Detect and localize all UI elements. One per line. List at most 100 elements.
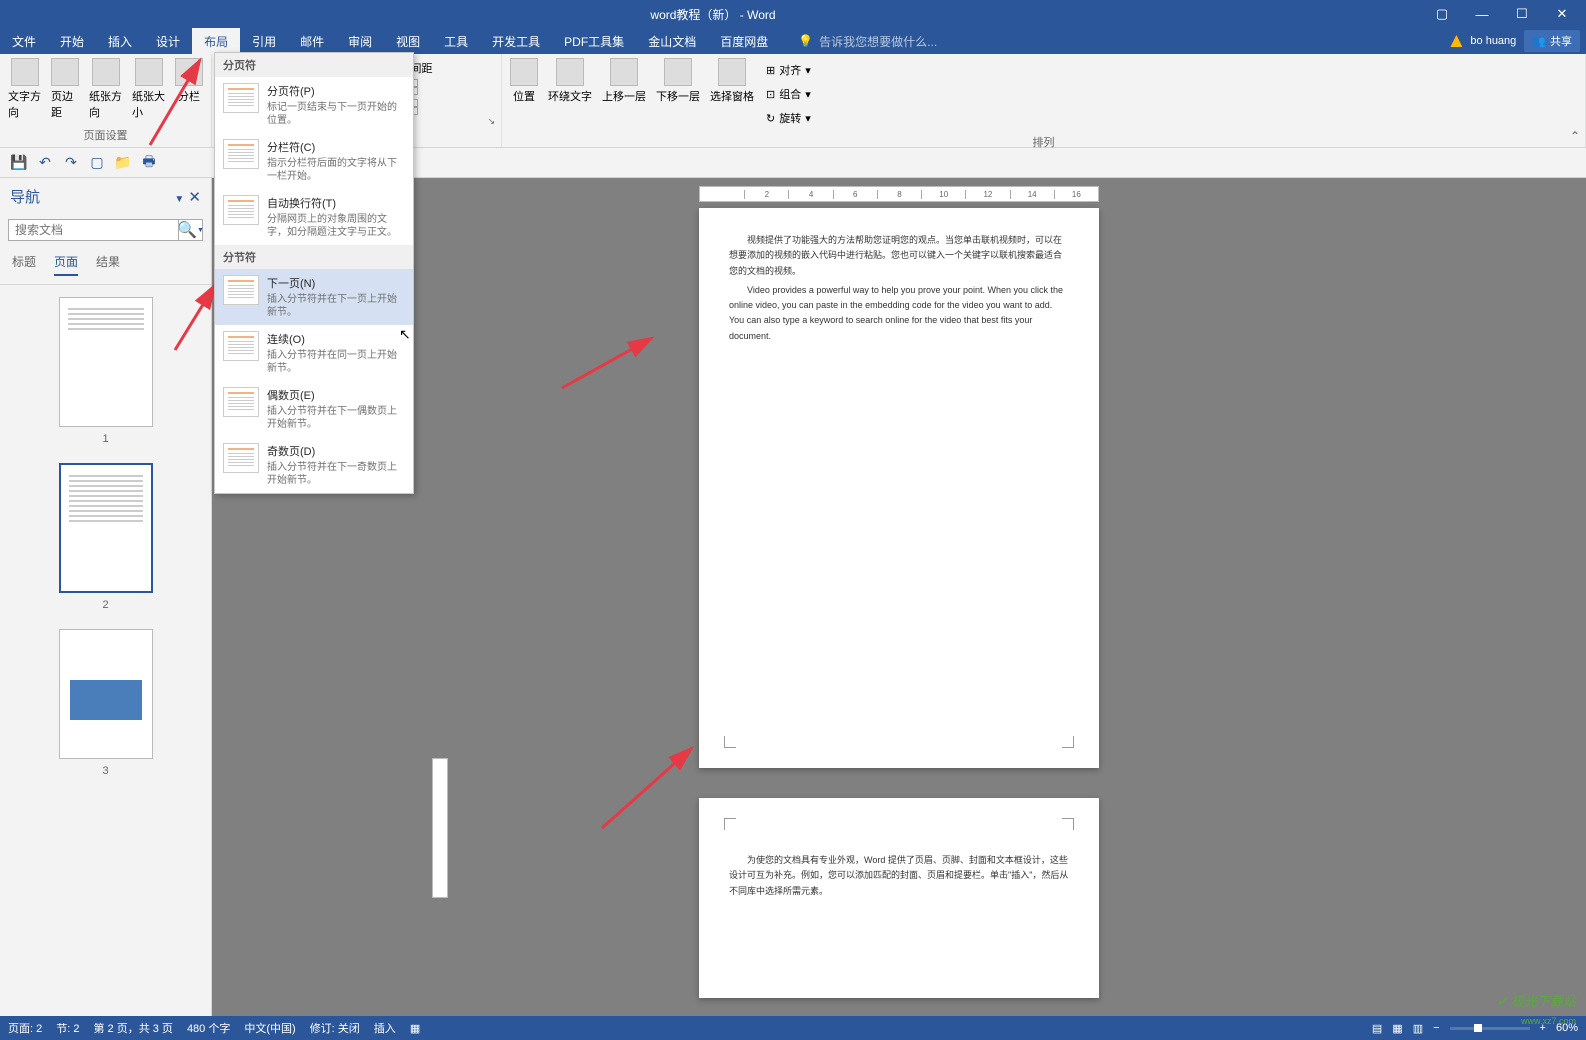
close-icon[interactable]: ✕ [1546,4,1578,24]
save-icon[interactable]: 💾 [10,154,28,172]
wrap-text-button[interactable]: 环绕文字 [544,56,596,106]
position-button[interactable]: 位置 [506,56,542,106]
status-words[interactable]: 480 个字 [187,1020,230,1036]
rotate-button[interactable]: ↻ 旋转 ▾ [764,108,813,128]
new-icon[interactable]: ▢ [88,154,106,172]
tab-mailings[interactable]: 邮件 [288,28,336,55]
status-language[interactable]: 中文(中国) [244,1020,295,1036]
wrap-text-icon [556,58,584,86]
next-page-break-desc: 插入分节符并在下一页上开始新节。 [267,293,405,319]
bring-forward-button[interactable]: 上移一层 [598,56,650,106]
status-section[interactable]: 节: 2 [56,1020,79,1036]
column-break-item[interactable]: 分栏符(C)指示分栏符后面的文字将从下一栏开始。 [215,133,413,189]
wrap-text-label: 环绕文字 [548,88,592,104]
page-1[interactable]: 视频提供了功能强大的方法帮助您证明您的观点。当您单击联机视频时，可以在想要添加的… [699,208,1099,768]
maximize-icon[interactable]: ☐ [1506,4,1538,24]
document-area[interactable]: 2 4 6 8 10 12 14 16 视频提供了功能强大的方法帮助您证明您的观… [212,178,1586,1016]
tab-file[interactable]: 文件 [0,28,48,55]
search-button[interactable]: 🔍▼ [178,220,202,240]
page-break-desc: 标记一页结束与下一页开始的位置。 [267,101,405,127]
tab-pdf[interactable]: PDF工具集 [552,28,636,55]
position-icon [510,58,538,86]
status-pages[interactable]: 第 2 页，共 3 页 [93,1020,172,1036]
zoom-out-icon[interactable]: − [1433,1022,1439,1034]
tab-developer[interactable]: 开发工具 [480,28,552,55]
crop-mark-icon [1062,736,1074,748]
tab-view[interactable]: 视图 [384,28,432,55]
nav-tab-pages[interactable]: 页面 [54,253,78,276]
tab-tools[interactable]: 工具 [432,28,480,55]
even-page-break-title: 偶数页(E) [267,387,405,403]
orientation-button[interactable]: 纸张方向 [85,56,126,122]
thumbnail-3[interactable] [59,629,153,759]
status-mode[interactable]: 插入 [374,1020,396,1036]
align-button[interactable]: ⊞ 对齐 ▾ [764,60,813,80]
user-name[interactable]: bo huang [1470,35,1516,47]
read-mode-icon[interactable]: ▤ [1372,1022,1382,1035]
nav-title: 导航 [10,186,40,207]
doc-paragraph-1: 视频提供了功能强大的方法帮助您证明您的观点。当您单击联机视频时，可以在想要添加的… [729,233,1069,279]
selection-pane-button[interactable]: 选择窗格 [706,56,758,106]
nav-dropdown-icon[interactable]: ▼ [174,194,184,205]
vertical-ruler[interactable] [432,758,448,898]
open-icon[interactable]: 📁 [114,154,132,172]
send-backward-label: 下移一层 [656,88,700,104]
thumbnail-2[interactable] [59,463,153,593]
nav-tab-results[interactable]: 结果 [96,253,120,276]
tab-baidu[interactable]: 百度网盘 [708,28,780,55]
minimize-icon[interactable]: — [1466,4,1498,24]
size-button[interactable]: 纸张大小 [128,56,169,122]
group-button[interactable]: ⊡ 组合 ▾ [764,84,813,104]
odd-page-break-item[interactable]: 奇数页(D)插入分节符并在下一奇数页上开始新节。 [215,437,413,493]
status-page[interactable]: 页面: 2 [8,1020,42,1036]
web-layout-icon[interactable]: ▥ [1413,1022,1423,1035]
column-break-icon [223,139,259,169]
print-icon[interactable]: 🖶 [140,154,158,172]
collapse-ribbon-icon[interactable]: ⌃ [1570,129,1580,143]
search-input[interactable] [9,220,178,240]
tell-me[interactable]: 💡 告诉我您想要做什么... [798,33,937,50]
tab-layout[interactable]: 布局 [192,28,240,55]
status-track[interactable]: 修订: 关闭 [310,1020,360,1036]
navigation-pane: 导航 ▼ ✕ 🔍▼ 标题 页面 结果 1 2 3 [0,178,212,1016]
tab-design[interactable]: 设计 [144,28,192,55]
horizontal-ruler[interactable]: 2 4 6 8 10 12 14 16 [699,186,1099,202]
ribbon-options-icon[interactable]: ▢ [1426,4,1458,24]
text-wrap-break-item[interactable]: 自动换行符(T)分隔网页上的对象周围的文字，如分隔题注文字与正文。 [215,189,413,245]
undo-icon[interactable]: ↶ [36,154,54,172]
even-page-break-item[interactable]: 偶数页(E) 插入分节符并在下一偶数页上开始新节。 [215,381,413,437]
columns-button[interactable]: 分栏 [171,56,207,106]
tab-review[interactable]: 审阅 [336,28,384,55]
align-label: 对齐 [779,62,801,78]
nav-close-icon[interactable]: ✕ [188,189,201,206]
page-break-item[interactable]: 分页符(P)标记一页结束与下一页开始的位置。 [215,77,413,133]
text-wrap-break-title: 自动换行符(T) [267,195,405,211]
thumbnail-1[interactable] [59,297,153,427]
continuous-break-item[interactable]: 连续(O)插入分节符并在同一页上开始新节。 [215,325,413,381]
page-setup-label: 页面设置 [4,125,207,145]
even-page-break-desc: 插入分节符并在下一偶数页上开始新节。 [267,405,405,431]
column-break-desc: 指示分栏符后面的文字将从下一栏开始。 [267,157,405,183]
page-2[interactable]: 为使您的文档具有专业外观，Word 提供了页眉、页脚、封面和文本框设计，这些设计… [699,798,1099,998]
selection-pane-label: 选择窗格 [710,88,754,104]
text-direction-button[interactable]: 文字方向 [4,56,45,122]
page-thumbnails: 1 2 3 [0,285,211,1016]
share-button[interactable]: 👥 共享 [1524,30,1580,52]
ruler-tick: 6 [833,190,877,199]
tab-home[interactable]: 开始 [48,28,96,55]
ruler-tick: 4 [788,190,832,199]
next-page-break-item[interactable]: 下一页(N)插入分节符并在下一页上开始新节。 ↖ [215,269,413,325]
nav-tab-headings[interactable]: 标题 [12,253,36,276]
zoom-slider[interactable] [1450,1027,1530,1030]
tab-insert[interactable]: 插入 [96,28,144,55]
tab-jinshan[interactable]: 金山文档 [636,28,708,55]
macro-icon[interactable]: ▦ [410,1022,420,1035]
print-layout-icon[interactable]: ▦ [1392,1022,1402,1035]
margins-button[interactable]: 页边距 [47,56,83,122]
crop-mark-icon [724,818,736,830]
redo-icon[interactable]: ↷ [62,154,80,172]
margins-icon [51,58,79,86]
send-backward-button[interactable]: 下移一层 [652,56,704,106]
watermark-url: www.xz7.com [1521,1016,1576,1026]
tab-references[interactable]: 引用 [240,28,288,55]
